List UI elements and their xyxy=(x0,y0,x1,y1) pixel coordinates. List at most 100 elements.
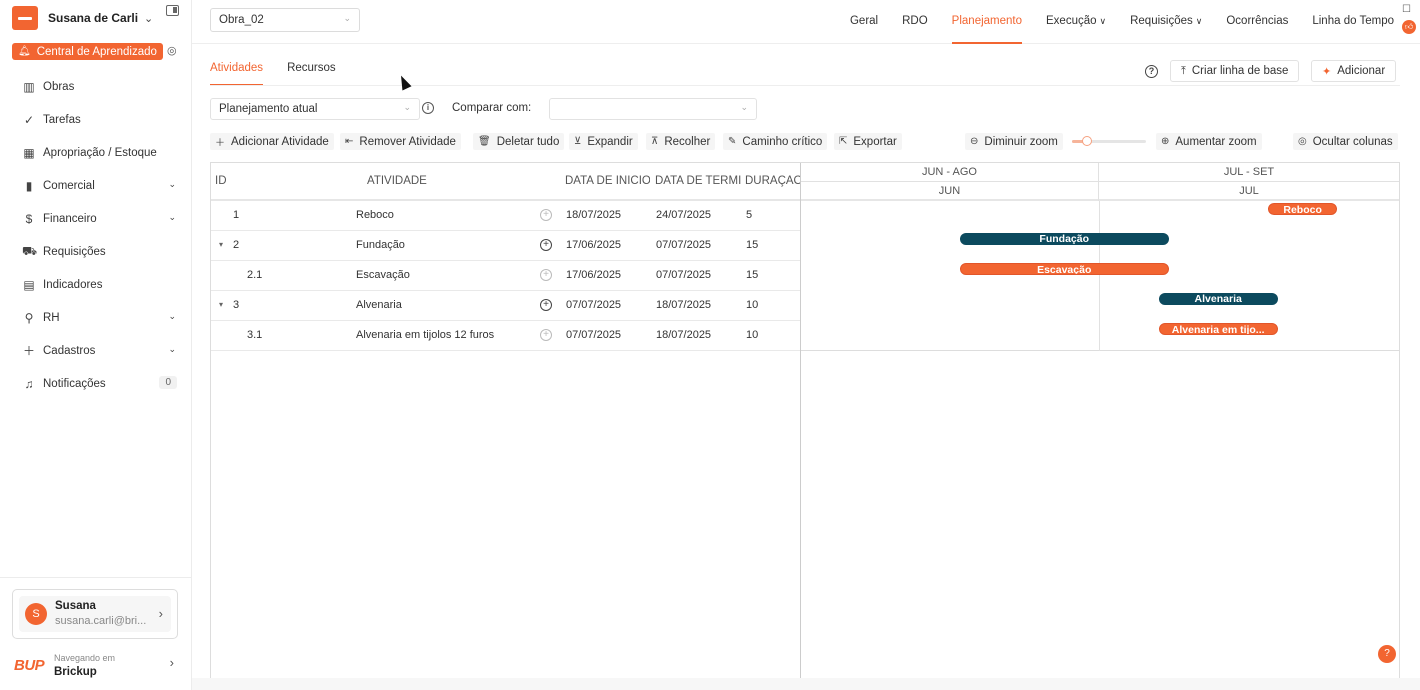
timeline-cell-bottom: JUN xyxy=(801,182,1099,201)
row-duration[interactable]: 5 xyxy=(746,209,752,221)
gantt-bar[interactable]: Escavação xyxy=(959,263,1169,275)
row-start-date[interactable]: 07/07/2025 xyxy=(566,299,621,311)
gantt-bar[interactable]: Fundação xyxy=(959,233,1169,245)
tab-geral[interactable]: Geral xyxy=(850,0,878,44)
sidebar-item-requisic-o-es[interactable]: ⛟ Requisições xyxy=(0,235,192,268)
collapse-toggle-icon[interactable]: ▾ xyxy=(219,300,223,309)
row-activity-name[interactable]: Alvenaria em tijolos 12 furos xyxy=(356,329,494,341)
row-end-date[interactable]: 07/07/2025 xyxy=(656,239,711,251)
account-card[interactable]: S Susana susana.carli@bri... › xyxy=(12,589,178,639)
feedback-icon[interactable]: ☐ xyxy=(1402,4,1418,15)
table-row[interactable]: ▾ 2 Fundação +17/06/2025 07/07/2025 15 xyxy=(211,231,801,261)
create-baseline-button[interactable]: ⤒ Criar linha de base xyxy=(1170,60,1300,82)
row-activity-name[interactable]: Reboco xyxy=(356,209,394,221)
zoom-slider-handle[interactable] xyxy=(1081,136,1092,146)
export-button[interactable]: ⇱ Exportar xyxy=(834,133,902,150)
sidebar-item-rh[interactable]: ⚲ RH ⌄ xyxy=(0,301,192,334)
tab-execuc-a-o[interactable]: Execução ∨ xyxy=(1046,0,1106,44)
chevron-down-icon: ⌄ xyxy=(168,212,176,222)
column-header-duration[interactable]: DURAÇÃO xyxy=(745,175,801,187)
row-start-date[interactable]: 07/07/2025 xyxy=(566,329,621,341)
collapse-button[interactable]: ⊼ Recolher xyxy=(646,133,716,150)
sidebar-item-apropriac-a-o-estoque[interactable]: ▦ Apropriação / Estoque xyxy=(0,136,192,169)
learning-center-button[interactable]: 🔔︎ Central de Aprendizado xyxy=(12,43,163,60)
tab-ocorre-ncias[interactable]: Ocorrências xyxy=(1226,0,1288,44)
sidebar-item-obras[interactable]: ▥ Obras xyxy=(0,70,192,103)
column-header-end[interactable]: DATA DE TÉRMIN xyxy=(655,175,741,187)
add-subtask-icon[interactable]: + xyxy=(540,329,552,341)
table-row[interactable]: 1 Reboco +18/07/2025 24/07/2025 5 xyxy=(211,201,801,231)
remove-activity-button[interactable]: ⇤ Remover Atividade xyxy=(340,133,461,150)
row-start-date[interactable]: 18/07/2025 xyxy=(566,209,621,221)
table-row[interactable]: ▾ 3 Alvenaria +07/07/2025 18/07/2025 10 xyxy=(211,291,801,321)
bottom-scrollbar[interactable] xyxy=(192,678,1420,690)
tab-requisic-o-es[interactable]: Requisições ∨ xyxy=(1130,0,1202,44)
tab-linha-do-tempo[interactable]: Linha do Tempo xyxy=(1312,0,1394,44)
barcode-icon: ▮ xyxy=(25,178,33,193)
row-activity-name[interactable]: Fundação xyxy=(356,239,405,251)
gantt-bar[interactable]: Reboco xyxy=(1267,203,1338,215)
row-duration[interactable]: 15 xyxy=(746,239,758,251)
row-start-date[interactable]: 17/06/2025 xyxy=(566,269,621,281)
gantt-bar[interactable]: Alvenaria xyxy=(1158,293,1278,305)
row-duration[interactable]: 15 xyxy=(746,269,758,281)
sidebar-toggle-icon[interactable] xyxy=(166,5,179,16)
zoom-out-button[interactable]: ⊖ Diminuir zoom xyxy=(965,133,1063,150)
collapse-toggle-icon[interactable]: ▾ xyxy=(219,240,223,249)
tab-planejamento[interactable]: Planejamento xyxy=(951,0,1023,44)
row-end-date[interactable]: 18/07/2025 xyxy=(656,299,711,311)
row-start-date[interactable]: 17/06/2025 xyxy=(566,239,621,251)
add-button[interactable]: ✦ Adicionar xyxy=(1311,60,1397,82)
project-select[interactable]: Obra_02 ⌄ xyxy=(210,8,360,32)
sidebar-item-financeiro[interactable]: $ Financeiro ⌄ xyxy=(0,202,192,235)
compare-select[interactable]: ⌄ xyxy=(549,98,757,120)
sidebar-item-cadastros[interactable]: ＋ Cadastros ⌄ xyxy=(0,334,192,367)
upload-icon: ⤒ xyxy=(1181,64,1186,77)
thumbs-up-icon[interactable]: 👍︎ xyxy=(1402,20,1416,34)
sidebar-item-notificac-o-es[interactable]: ♫ Notificações 0 xyxy=(0,367,192,400)
add-activity-button[interactable]: ＋ Adicionar Atividade xyxy=(210,133,334,150)
row-end-date[interactable]: 24/07/2025 xyxy=(656,209,711,221)
sidebar-item-comercial[interactable]: ▮ Comercial ⌄ xyxy=(0,169,192,202)
sidebar-item-indicadores[interactable]: ▤ Indicadores xyxy=(0,268,192,301)
critical-path-label: Caminho crítico xyxy=(742,135,823,148)
column-header-start[interactable]: DATA DE INÍCIO xyxy=(565,175,650,187)
row-end-date[interactable]: 07/07/2025 xyxy=(656,269,711,281)
row-activity-name[interactable]: Escavação xyxy=(356,269,410,281)
zoom-in-button[interactable]: ⊕ Aumentar zoom xyxy=(1156,133,1262,150)
sidebar-item-tarefas[interactable]: ✓ Tarefas xyxy=(0,103,192,136)
planning-content: Atividades Recursos ? ⤒ Criar linha de b… xyxy=(192,44,1420,690)
plan-select[interactable]: Planejamento atual ⌄ xyxy=(210,98,420,120)
tab-rdo[interactable]: RDO xyxy=(902,0,928,44)
info-icon[interactable]: i xyxy=(422,102,434,114)
workspace-switcher[interactable]: BUP Navegando em Brickup › xyxy=(14,649,180,681)
add-subtask-icon[interactable]: + xyxy=(540,209,552,221)
critical-path-button[interactable]: ✎ Caminho crítico xyxy=(723,133,828,150)
chevron-down-icon: ⌄ xyxy=(144,12,154,25)
hide-columns-button[interactable]: ◎ Ocultar colunas xyxy=(1293,133,1398,150)
table-row[interactable]: 3.1 Alvenaria em tijolos 12 furos +07/07/2… xyxy=(211,321,801,351)
navigating-label: Navegando em xyxy=(54,653,116,663)
bell-icon: ♫ xyxy=(24,376,34,391)
support-chat-icon[interactable]: ? xyxy=(1378,645,1396,663)
add-subtask-icon[interactable]: + xyxy=(540,269,552,281)
add-subtask-icon[interactable]: + xyxy=(540,239,552,251)
row-end-date[interactable]: 18/07/2025 xyxy=(656,329,711,341)
eye-off-icon[interactable]: ◎ xyxy=(167,44,177,57)
tab-recursos[interactable]: Recursos xyxy=(287,62,336,86)
zoom-slider[interactable] xyxy=(1072,136,1146,146)
tab-atividades[interactable]: Atividades xyxy=(210,62,264,86)
gantt-bar[interactable]: Alvenaria em tijo... xyxy=(1158,323,1278,335)
delete-all-button[interactable]: 🗑︎ Deletar tudo xyxy=(473,133,565,150)
table-row[interactable]: 2.1 Escavação +17/06/2025 07/07/2025 15 xyxy=(211,261,801,291)
row-duration[interactable]: 10 xyxy=(746,329,758,341)
help-icon[interactable]: ? xyxy=(1145,65,1158,78)
sub-tabs: Atividades Recursos xyxy=(210,62,360,86)
add-subtask-icon[interactable]: + xyxy=(540,299,552,311)
expand-button[interactable]: ⊻ Expandir xyxy=(569,133,638,150)
row-duration[interactable]: 10 xyxy=(746,299,758,311)
row-activity-name[interactable]: Alvenaria xyxy=(356,299,402,311)
user-switcher[interactable]: Susana de Carli ⌄ xyxy=(12,6,192,30)
column-header-id[interactable]: ID xyxy=(215,175,227,187)
column-header-activity[interactable]: ATIVIDADE xyxy=(367,175,427,187)
